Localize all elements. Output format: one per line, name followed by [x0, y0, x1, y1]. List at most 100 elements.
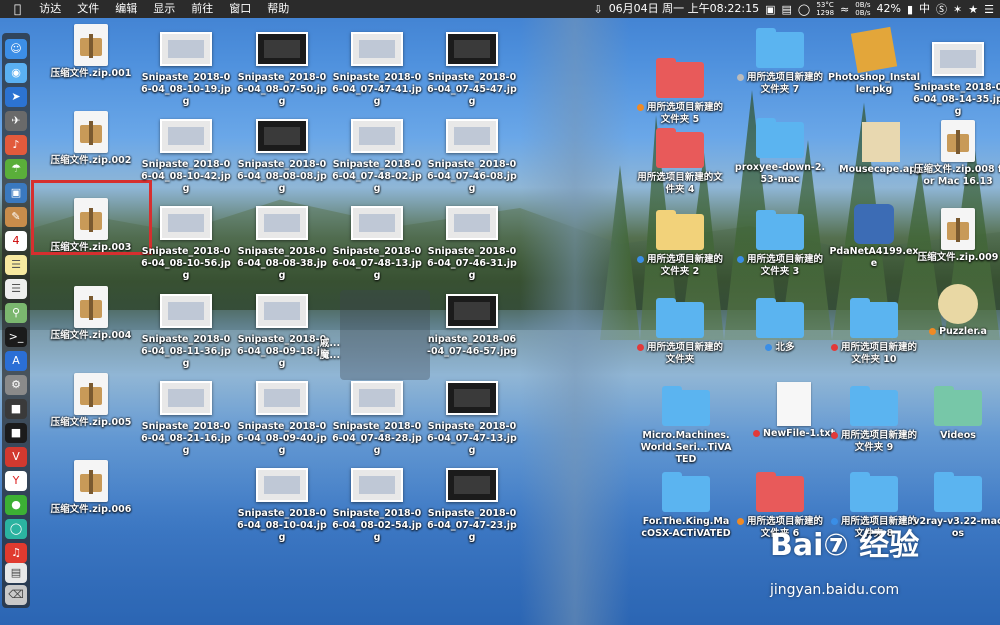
- desktop-folder[interactable]: 用所选项目新建的文件夹 10: [828, 298, 920, 366]
- folder-icon: [756, 298, 804, 338]
- menu-edit[interactable]: 编辑: [107, 0, 145, 18]
- desktop-file[interactable]: Snipaste_2018-06-04_08-02-54.jpg: [331, 464, 423, 544]
- desktop-file[interactable]: 压缩文件.zip.002: [45, 111, 137, 167]
- vivaldi-icon[interactable]: V: [5, 447, 27, 467]
- desktop-file[interactable]: Snipaste_2018-06-04_07-47-23.jpg: [426, 464, 518, 544]
- desktop-folder[interactable]: 用所选项目新建的文件夹 3: [734, 210, 826, 278]
- desktop-folder[interactable]: For.The.King.MacOSX-ACTiVATED: [640, 472, 732, 540]
- notes-icon[interactable]: ✎: [5, 207, 27, 227]
- desktop-file[interactable]: 压缩文件.zip.004: [45, 286, 137, 342]
- desktop-file[interactable]: nipaste_2018-06-04_07-46-57.jpg: [426, 290, 518, 358]
- desktop-file[interactable]: 压缩文件.zip.009: [912, 208, 1000, 264]
- calendar-icon[interactable]: 4: [5, 231, 27, 251]
- yandex-icon[interactable]: Y: [5, 471, 27, 491]
- desktop-file[interactable]: Snipaste_2018-06-04_07-48-13.jpg: [331, 202, 423, 282]
- battery-percent[interactable]: 42%: [877, 0, 901, 18]
- desktop-file[interactable]: PdaNetA4199.exe: [828, 202, 920, 270]
- wifi-icon[interactable]: ≈: [840, 3, 849, 16]
- zip-archive-icon: [74, 24, 108, 66]
- desktop-folder[interactable]: 用所选项目新建的文件夹 5: [634, 58, 726, 126]
- app-icon[interactable]: ♪: [5, 135, 27, 155]
- preview-icon[interactable]: ▣: [5, 183, 27, 203]
- desktop-folder[interactable]: proxyee-down-2.53-mac: [734, 118, 826, 186]
- desktop-file[interactable]: Snipaste_2018-06-04_08-10-04.jpg: [236, 464, 328, 544]
- desktop-folder[interactable]: 用所选项目新建的文件夹 9: [828, 386, 920, 454]
- desktop-file[interactable]: Snipaste_2018-06-04_07-48-02.jpg: [331, 115, 423, 195]
- file-label: 北多: [734, 342, 826, 354]
- apple-menu-icon[interactable]: : [0, 0, 31, 18]
- android-icon[interactable]: ☂: [5, 159, 27, 179]
- list-icon[interactable]: ☰: [984, 3, 994, 16]
- desktop-file[interactable]: Snipaste_2018-06-04_08-14-35.jpg: [912, 38, 1000, 118]
- desktop-file[interactable]: 压缩文件.zip.006: [45, 460, 137, 516]
- desktop-file[interactable]: Snipaste_2018-06-04_08-21-16.jpg: [140, 377, 232, 457]
- desktop-folder[interactable]: Videos: [912, 386, 1000, 442]
- desktop-file[interactable]: Snipaste_2018-06-04_07-47-41.jpg: [331, 28, 423, 108]
- stickies-icon[interactable]: ☰: [5, 255, 27, 275]
- document-icon[interactable]: ▤: [5, 563, 27, 583]
- desktop-file[interactable]: Snipaste_2018-06-04_07-47-13.jpg: [426, 377, 518, 457]
- desktop-file[interactable]: 压缩文件.zip.008 for Mac 16.13: [912, 120, 1000, 188]
- desktop-file[interactable]: Snipaste_2018-06-04_07-46-31.jpg: [426, 202, 518, 282]
- terminal-icon[interactable]: >_: [5, 327, 27, 347]
- desktop-file[interactable]: Snipaste_2018-06-04_08-10-19.jpg: [140, 28, 232, 108]
- desktop-file[interactable]: Snipaste_2018-06-04_08-08-38.jpg: [236, 202, 328, 282]
- desktop-file[interactable]: 压缩文件.zip.001: [45, 24, 137, 80]
- menu-file[interactable]: 文件: [69, 0, 107, 18]
- text-file-icon: [777, 382, 811, 426]
- folder-icon: [850, 386, 898, 426]
- desktop-file[interactable]: Snipaste_2018-06-04_07-45-47.jpg: [426, 28, 518, 108]
- desktop-file[interactable]: Snipaste_2018-06-04_07-48-28.jpg: [331, 377, 423, 457]
- battery-icon[interactable]: ▮: [907, 3, 913, 16]
- desktop-folder[interactable]: 用所选项目新建的文件夹: [634, 298, 726, 366]
- safari-icon[interactable]: ➤: [5, 87, 27, 107]
- appstore-icon[interactable]: A: [5, 351, 27, 371]
- desktop-file[interactable]: Snipaste_2018-06-04_08-09-40.jpg: [236, 377, 328, 457]
- desktop-file[interactable]: Snipaste_2018-06-04_08-07-50.jpg: [236, 28, 328, 108]
- desktop-file[interactable]: 压缩文件.zip.005: [45, 373, 137, 429]
- app2-icon[interactable]: ◯: [5, 519, 27, 539]
- screenshot-icon[interactable]: ▣: [765, 3, 775, 16]
- netease-music-icon[interactable]: ♫: [5, 543, 27, 563]
- desktop-folder[interactable]: 北多: [734, 298, 826, 354]
- folder-icon: [656, 298, 704, 338]
- maps-icon[interactable]: ⚲: [5, 303, 27, 323]
- menu-go[interactable]: 前往: [183, 0, 221, 18]
- console-icon[interactable]: ■: [5, 423, 27, 443]
- desktop-file[interactable]: NewFile-1.txt: [748, 380, 840, 440]
- desktop-folder[interactable]: 用所选项目新建的文件夹 4: [634, 128, 726, 196]
- desktop-file[interactable]: 戚... 魔...: [300, 336, 360, 362]
- finder-icon[interactable]: ☺: [5, 39, 27, 59]
- trash-icon[interactable]: ⌫: [5, 585, 27, 605]
- desktop-file[interactable]: Snipaste_2018-06-04_08-08-08.jpg: [236, 115, 328, 195]
- wechat-icon[interactable]: ●: [5, 495, 27, 515]
- apple-icon[interactable]: ◯: [798, 3, 810, 16]
- clipboard-icon[interactable]: ▤: [781, 3, 791, 16]
- desktop-folder[interactable]: v2ray-v3.22-macos: [912, 472, 1000, 540]
- s-icon[interactable]: Ⓢ: [936, 1, 947, 17]
- siri-icon[interactable]: ◉: [5, 63, 27, 83]
- reminders-icon[interactable]: ☰: [5, 279, 27, 299]
- desktop-file[interactable]: Snipaste_2018-06-04_07-46-08.jpg: [426, 115, 518, 195]
- image-thumbnail: [160, 119, 212, 153]
- menu-help[interactable]: 帮助: [259, 0, 297, 18]
- bluetooth-icon[interactable]: ✶: [953, 3, 962, 16]
- clock[interactable]: 06月04日 周一 上午08:22:15: [609, 0, 759, 18]
- desktop-file[interactable]: Snipaste_2018-06-04_08-10-56.jpg: [140, 202, 232, 282]
- desktop-file[interactable]: Puzzler.a: [912, 282, 1000, 338]
- desktop-file[interactable]: Photoshop_Installer.pkg: [828, 26, 920, 96]
- menu-view[interactable]: 显示: [145, 0, 183, 18]
- desktop-file[interactable]: Snipaste_2018-06-04_08-11-36.jpg: [140, 290, 232, 370]
- menu-window[interactable]: 窗口: [221, 0, 259, 18]
- input-method[interactable]: 中: [919, 0, 930, 18]
- desktop-folder[interactable]: 用所选项目新建的文件夹 2: [634, 210, 726, 278]
- star-icon[interactable]: ★: [968, 3, 978, 16]
- launchpad-icon[interactable]: ✈: [5, 111, 27, 131]
- desktop-file[interactable]: Snipaste_2018-06-04_08-10-42.jpg: [140, 115, 232, 195]
- activity-monitor-icon[interactable]: ■: [5, 399, 27, 419]
- desktop-folder[interactable]: 用所选项目新建的文件夹 7: [734, 28, 826, 96]
- download-icon[interactable]: ⇩: [593, 3, 602, 16]
- settings-icon[interactable]: ⚙: [5, 375, 27, 395]
- menu-finder[interactable]: 访达: [31, 0, 69, 18]
- desktop-folder[interactable]: Micro.Machines.World.Seri...TiVATED: [640, 386, 732, 466]
